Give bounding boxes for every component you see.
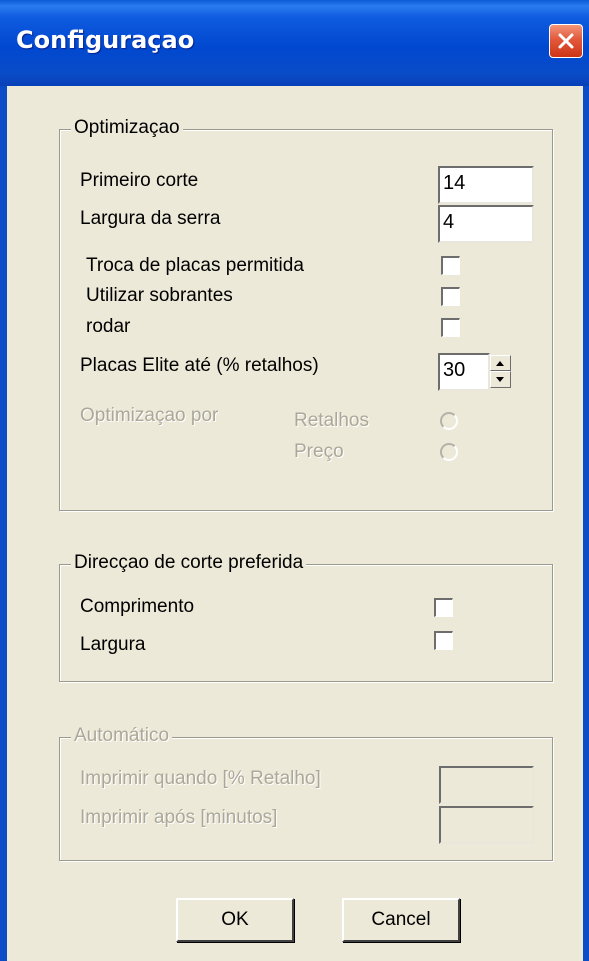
title-bar[interactable]: Configuraçao — [0, 0, 589, 86]
ok-button[interactable]: OK — [176, 898, 294, 942]
largura-checkbox[interactable] — [434, 631, 453, 650]
troca-placas-label: Troca de placas permitida — [86, 255, 304, 276]
rodar-checkbox[interactable] — [441, 318, 460, 337]
imprimir-apos-input[interactable] — [439, 806, 534, 844]
close-button[interactable] — [549, 24, 583, 58]
largura-label: Largura — [80, 634, 146, 655]
retalhos-radio[interactable] — [440, 412, 458, 430]
placas-elite-input[interactable]: 30 — [438, 353, 490, 391]
optimizacao-por-label: Optimizaçao por — [80, 405, 219, 426]
imprimir-quando-label: Imprimir quando [% Retalho] — [80, 768, 321, 789]
utilizar-sobrantes-label: Utilizar sobrantes — [86, 285, 233, 306]
automatic-legend: Automático — [71, 725, 173, 747]
comprimento-checkbox[interactable] — [434, 598, 453, 617]
largura-serra-label: Largura da serra — [80, 208, 221, 229]
cancel-button[interactable]: Cancel — [342, 898, 460, 942]
retalhos-label: Retalhos — [294, 410, 369, 431]
placas-elite-spin-up[interactable] — [490, 355, 511, 371]
window-frame-right — [583, 86, 589, 961]
largura-serra-input[interactable]: 4 — [438, 205, 534, 243]
placas-elite-spin-down[interactable] — [490, 371, 511, 388]
primeiro-corte-label: Primeiro corte — [80, 170, 199, 191]
imprimir-apos-label: Imprimir após [minutos] — [80, 807, 278, 828]
window-frame-left — [0, 86, 7, 961]
config-dialog: Configuraçao Optimizaçao Primeiro corte … — [0, 0, 589, 961]
rodar-label: rodar — [86, 316, 131, 337]
optimization-legend: Optimizaçao — [71, 117, 183, 139]
troca-placas-checkbox[interactable] — [441, 256, 460, 275]
utilizar-sobrantes-checkbox[interactable] — [441, 287, 460, 306]
placas-elite-label: Placas Elite até (% retalhos) — [80, 355, 319, 376]
preco-label: Preço — [294, 441, 344, 462]
window-title: Configuraçao — [16, 26, 195, 54]
direction-group: Direcçao de corte preferida — [59, 552, 553, 682]
direction-legend: Direcçao de corte preferida — [71, 552, 307, 574]
preco-radio[interactable] — [440, 443, 458, 461]
comprimento-label: Comprimento — [80, 596, 195, 617]
imprimir-quando-input[interactable] — [439, 766, 534, 804]
primeiro-corte-input[interactable]: 14 — [438, 166, 534, 204]
